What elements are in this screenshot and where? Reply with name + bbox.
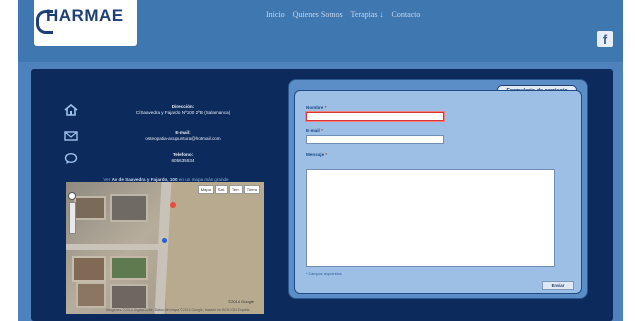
name-input[interactable] xyxy=(306,112,444,121)
map-building xyxy=(110,194,148,222)
required-marker: * xyxy=(325,152,328,157)
embedded-map[interactable]: Mapa Sat. Terr. Tierra ©2014 Google Imág… xyxy=(66,182,264,314)
nav-item-inicio[interactable]: Inicio xyxy=(266,10,285,19)
address-value: C/Saavedra y Fajardo Nº100 2ºB (Salamanc… xyxy=(135,110,231,115)
required-marker: * xyxy=(321,128,323,133)
submit-button[interactable]: Enviar xyxy=(542,281,574,290)
map-type-map-button[interactable]: Mapa xyxy=(197,185,214,194)
required-marker: * xyxy=(324,105,327,110)
map-building xyxy=(72,256,106,282)
map-pan-control-icon[interactable] xyxy=(68,192,76,200)
map-location-pin-icon[interactable] xyxy=(162,238,167,243)
map-type-earth-button[interactable]: Tierra xyxy=(243,185,260,194)
email-block: E-mail: osteopatia-acupuntura@hotmail.co… xyxy=(108,130,258,142)
map-building xyxy=(110,256,148,280)
main-nav: Inicio Quienes Somos Terapias ↓ Contacto xyxy=(266,10,426,19)
map-type-buttons: Mapa Sat. Terr. Tierra xyxy=(197,185,260,194)
facebook-icon[interactable]: f xyxy=(597,31,613,47)
phone-block: Telefono: 605635534 xyxy=(108,152,258,164)
address-block: Dirección: C/Saavedra y Fajardo Nº100 2º… xyxy=(108,104,258,116)
nav-item-contacto[interactable]: Contacto xyxy=(392,10,421,19)
home-icon xyxy=(64,103,78,116)
name-label-text: Nombre xyxy=(306,105,324,110)
email-field-label: E-mail * xyxy=(306,128,323,133)
email-field-label-text: E-mail xyxy=(306,128,320,133)
email-value[interactable]: osteopatia-acupuntura@hotmail.com xyxy=(108,136,258,142)
site-logo[interactable]: HARMAE xyxy=(34,0,137,46)
map-google-mark: ©2014 Google xyxy=(228,299,254,304)
phone-value: 605635534 xyxy=(171,158,195,163)
name-label: Nombre * xyxy=(306,105,326,110)
map-type-terrain-button[interactable]: Terr. xyxy=(228,185,243,194)
message-label: Mensaje * xyxy=(306,152,327,157)
logo-text: HARMAE xyxy=(46,6,124,25)
nav-item-quienes-somos[interactable]: Quienes Somos xyxy=(293,10,343,19)
map-copyright: Imágenes ©2014 DigitalGlobe, Datos del m… xyxy=(106,308,250,312)
map-zoom-slider[interactable] xyxy=(69,202,76,234)
envelope-icon xyxy=(64,130,78,142)
map-street xyxy=(66,244,166,250)
map-building xyxy=(110,284,148,310)
required-fields-note: * Campos requeridos xyxy=(306,272,342,276)
map-marker-icon[interactable] xyxy=(170,202,176,208)
message-label-text: Mensaje xyxy=(306,152,325,157)
email-input[interactable] xyxy=(306,135,444,144)
map-type-satellite-button[interactable]: Sat. xyxy=(214,185,228,194)
contact-form-container: Formulario de contacto Nombre * E-mail *… xyxy=(288,79,588,299)
contact-form: Nombre * E-mail * Mensaje * * Campos req… xyxy=(294,90,582,294)
nav-item-terapias[interactable]: Terapias ↓ xyxy=(351,10,384,19)
map-building xyxy=(76,282,106,308)
map-field xyxy=(166,182,264,314)
message-textarea[interactable] xyxy=(306,169,555,267)
map-building xyxy=(74,196,106,220)
speech-bubble-icon xyxy=(64,152,78,165)
